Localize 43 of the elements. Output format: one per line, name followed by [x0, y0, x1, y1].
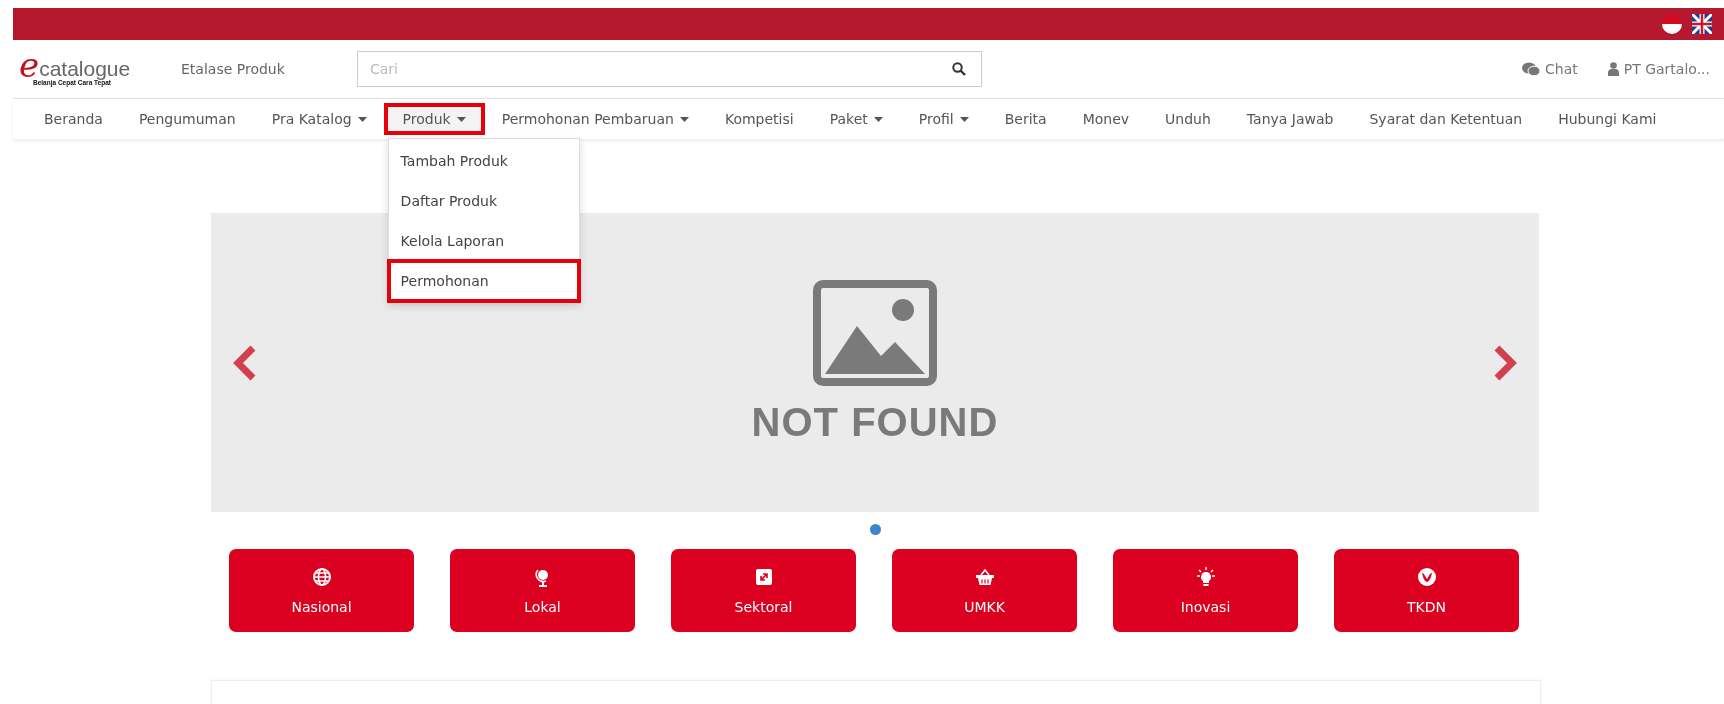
category-button[interactable]: TKDN	[1334, 549, 1519, 632]
logo-letter[interactable]: e	[19, 51, 40, 80]
nav-item[interactable]: Kompetisi	[706, 104, 812, 134]
menu-item[interactable]: Permohonan	[388, 261, 579, 301]
uk-flag-icon[interactable]	[1692, 14, 1712, 34]
nav-item[interactable]: Pra Katalog	[253, 104, 385, 134]
menu-item[interactable]: Kelola Laporan	[388, 221, 579, 261]
nav-item[interactable]: Tanya Jawab	[1228, 104, 1352, 134]
menu-item[interactable]: Tambah Produk	[388, 141, 579, 181]
basket-icon	[974, 566, 995, 587]
nav-item[interactable]: Paket	[811, 104, 901, 134]
nav-item[interactable]: Produk	[384, 104, 484, 134]
user-icon	[1607, 62, 1619, 76]
nav-item[interactable]: Profil	[900, 104, 987, 134]
logo-text[interactable]: catalogue	[39, 58, 131, 80]
nav-item[interactable]: Hubungi Kami	[1540, 104, 1675, 134]
nav-item[interactable]: Pengumuman	[120, 104, 254, 134]
chat-icon	[1522, 62, 1540, 76]
category-button[interactable]: Sektoral	[671, 549, 856, 632]
nav-item[interactable]: Monev	[1064, 104, 1148, 134]
not-found-text: NOT FOUND	[751, 400, 999, 445]
category-button[interactable]: Inovasi	[1113, 549, 1298, 632]
globe-icon	[311, 566, 332, 587]
expand-icon	[753, 566, 774, 587]
chat-link[interactable]: Chat	[1522, 61, 1578, 77]
user-menu[interactable]: PT Gartalo...	[1607, 61, 1710, 77]
nav-item[interactable]: Beranda	[26, 104, 121, 134]
emblem-icon	[1416, 566, 1437, 587]
nav-item[interactable]: Berita	[986, 104, 1065, 134]
nav-item[interactable]: Syarat dan Ketentuan	[1351, 104, 1541, 134]
nav-item[interactable]: Unduh	[1147, 104, 1229, 134]
page-title: Etalase Produk	[181, 61, 286, 77]
carousel-indicator[interactable]	[869, 524, 881, 535]
search-icon	[952, 62, 966, 76]
menu-item[interactable]: Daftar Produk	[388, 181, 579, 221]
image-placeholder-icon	[813, 280, 937, 386]
indonesia-flag-icon[interactable]	[1662, 14, 1682, 34]
nav-item[interactable]: Permohonan Pembaruan	[483, 104, 707, 134]
category-button[interactable]: Nasional	[229, 549, 414, 632]
category-button[interactable]: UMKK	[892, 549, 1077, 632]
category-button[interactable]: Lokal	[450, 549, 635, 632]
search-field[interactable]: Cari	[357, 51, 982, 87]
bulb-icon	[1195, 566, 1216, 587]
